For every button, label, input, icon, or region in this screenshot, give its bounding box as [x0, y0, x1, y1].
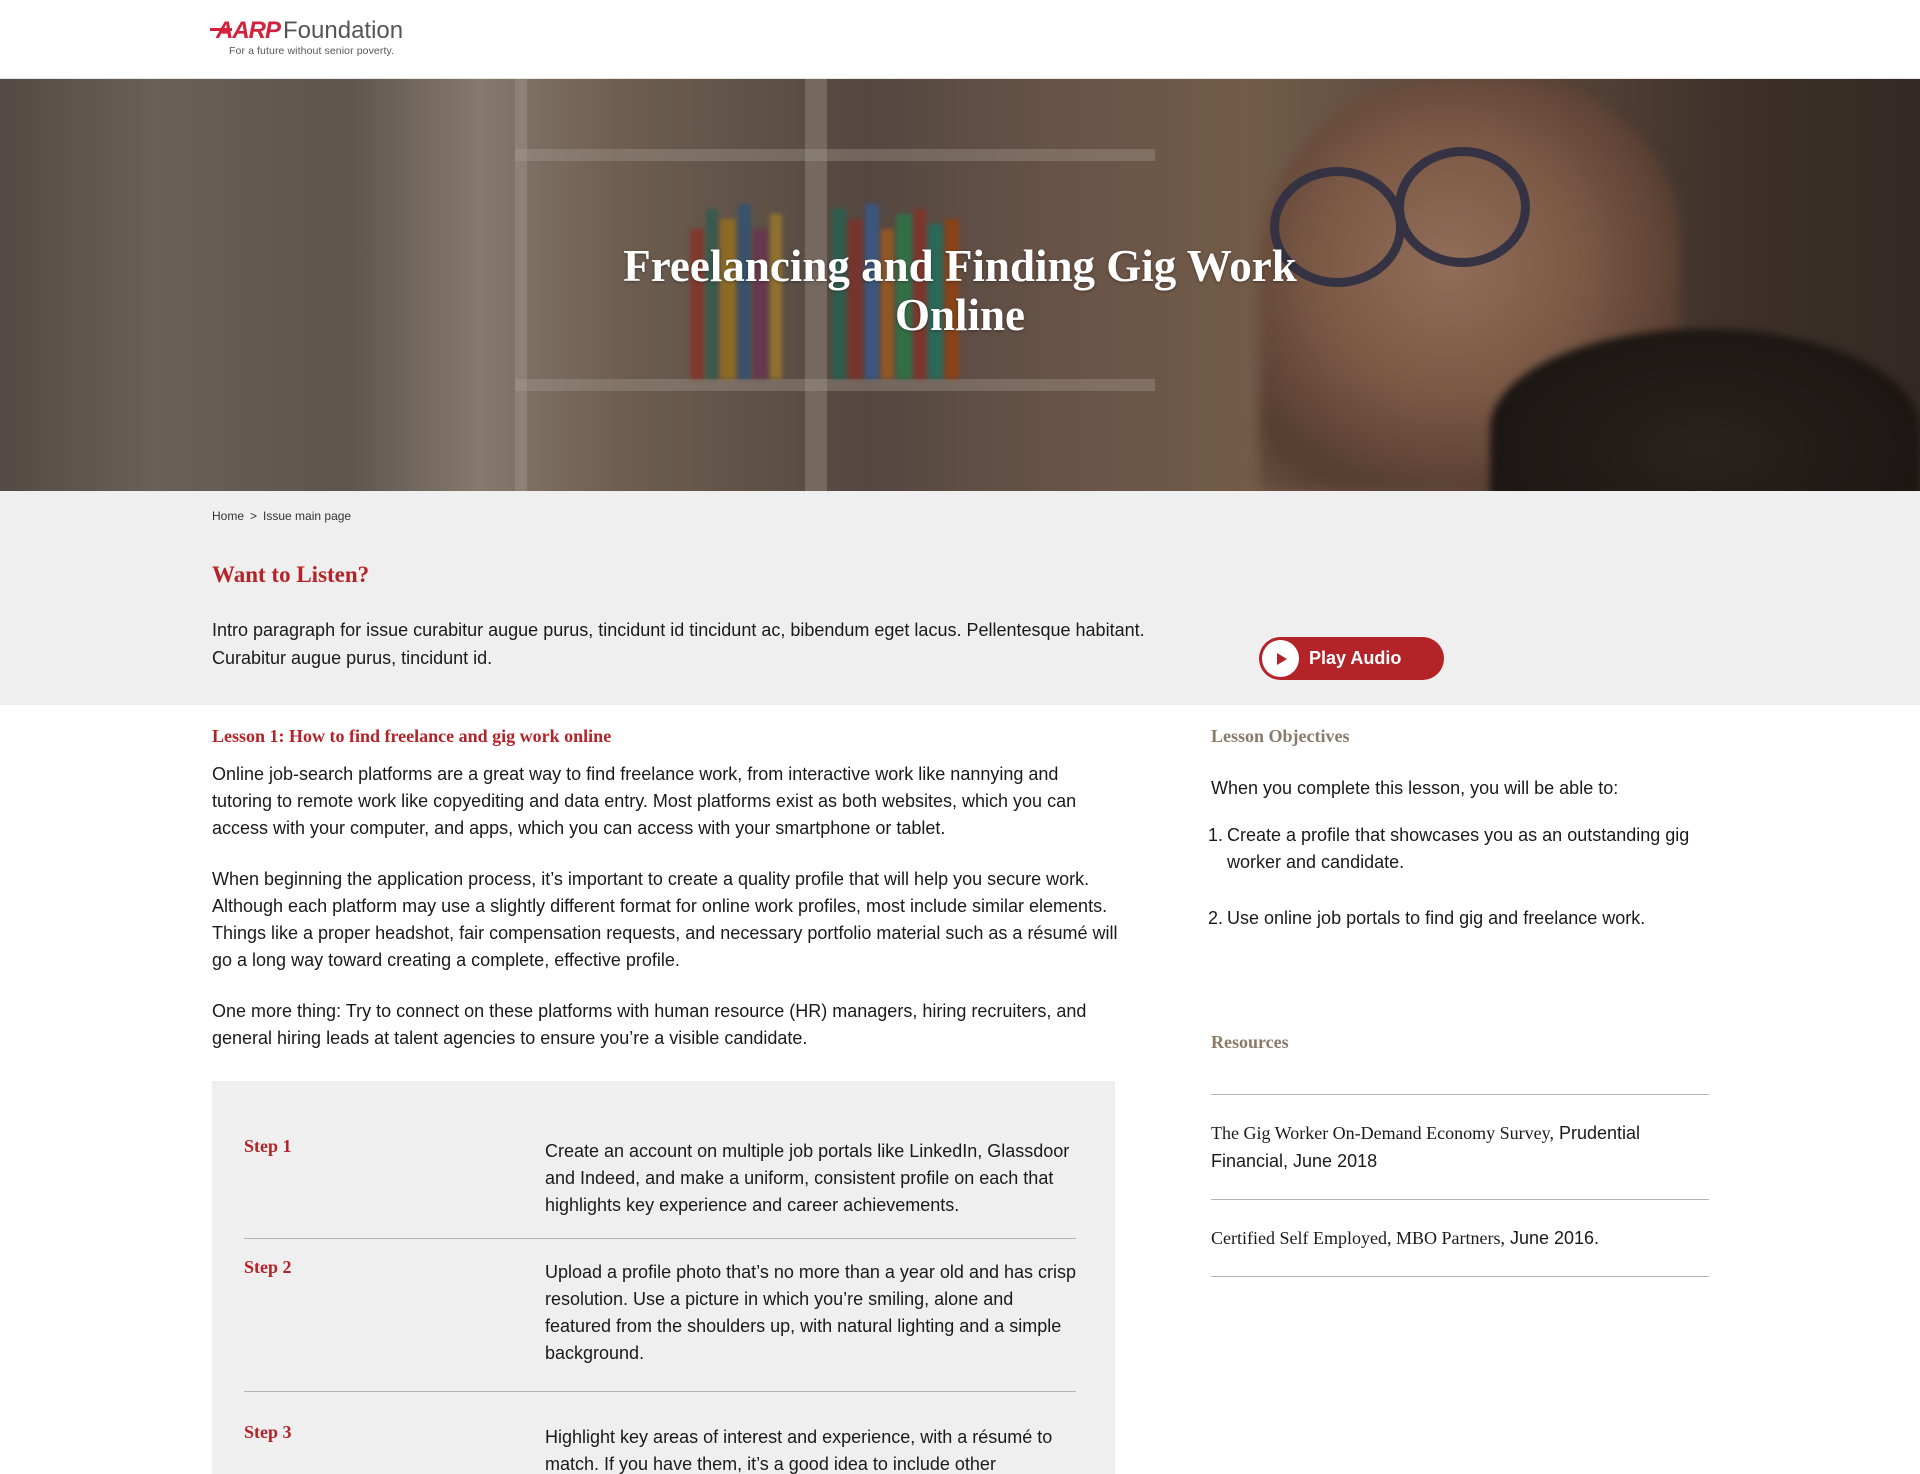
site-header: AARP Foundation For a future without sen…: [0, 0, 1920, 79]
step-label: Step 3: [244, 1422, 292, 1442]
objectives-heading: Lesson Objectives: [1211, 726, 1350, 746]
logo-tagline: For a future without senior poverty.: [229, 45, 395, 57]
step-text: Create an account on multiple job portal…: [545, 1141, 1070, 1215]
step-text: Highlight key areas of interest and expe…: [545, 1427, 1053, 1474]
objective-text: Use online job portals to find gig and f…: [1227, 908, 1646, 928]
resource-item[interactable]: The Gig Worker On-Demand Economy Survey,…: [1211, 1119, 1709, 1175]
logo-wordmark: AARP Foundation: [209, 17, 421, 44]
breadcrumb-home-link[interactable]: Home: [212, 509, 244, 523]
step-text: Upload a profile photo that’s no more th…: [545, 1262, 1076, 1363]
steps-panel: Step 1 Create an account on multiple job…: [212, 1081, 1115, 1474]
objectives-list: 1. Create a profile that showcases you a…: [1208, 822, 1711, 932]
listen-section: [0, 491, 1920, 705]
step-divider: [244, 1391, 1076, 1392]
objective-number: 2.: [1208, 908, 1224, 928]
step-label: Step 2: [244, 1257, 292, 1277]
objectives-intro: When you complete this lesson, you will …: [1211, 778, 1619, 798]
resources-divider: [1211, 1094, 1709, 1095]
lesson-paragraph: When beginning the application process, …: [212, 869, 1118, 970]
listen-heading: Want to Listen?: [212, 562, 370, 587]
objective-text: Create a profile that showcases you as a…: [1227, 825, 1690, 872]
lesson-paragraph: Online job-search platforms are a great …: [212, 764, 1077, 838]
resource-source: Certified Self Employed, MBO Partners,: [1211, 1228, 1505, 1248]
breadcrumb-current-link[interactable]: Issue main page: [263, 509, 351, 523]
breadcrumb-separator: >: [250, 509, 258, 523]
breadcrumb: Home > Issue main page: [212, 509, 351, 523]
resources-heading: Resources: [1211, 1032, 1289, 1052]
lesson-title: Lesson 1: How to find freelance and gig …: [212, 726, 612, 746]
resources-divider: [1211, 1276, 1709, 1277]
lesson-paragraph: One more thing: Try to connect on these …: [212, 1001, 1087, 1048]
step-label: Step 1: [244, 1136, 292, 1156]
play-icon: [1262, 640, 1299, 677]
resource-source: The Gig Worker On-Demand Economy Survey,: [1211, 1123, 1554, 1143]
logo-brand: AARP: [209, 17, 281, 44]
play-audio-label: Play Audio: [1309, 648, 1402, 668]
resource-item[interactable]: Certified Self Employed, MBO Partners, J…: [1211, 1224, 1709, 1252]
aarp-foundation-logo[interactable]: AARP Foundation For a future without sen…: [209, 17, 421, 60]
page-title: Freelancing and Finding Gig Work Online: [623, 241, 1297, 340]
intro-paragraph: Intro paragraph for issue curabitur augu…: [212, 620, 1145, 668]
hero-banner: Freelancing and Finding Gig Work Online: [0, 79, 1920, 491]
objective-item: 1. Create a profile that showcases you a…: [1208, 822, 1711, 876]
logo-name: Foundation: [283, 17, 404, 44]
objective-number: 1.: [1208, 825, 1224, 845]
resource-detail: June 2016.: [1504, 1228, 1600, 1248]
step-divider: [244, 1238, 1076, 1239]
objective-item: 2. Use online job portals to find gig an…: [1208, 905, 1711, 932]
resources-divider: [1211, 1199, 1709, 1200]
play-audio-button[interactable]: Play Audio: [1259, 637, 1444, 680]
